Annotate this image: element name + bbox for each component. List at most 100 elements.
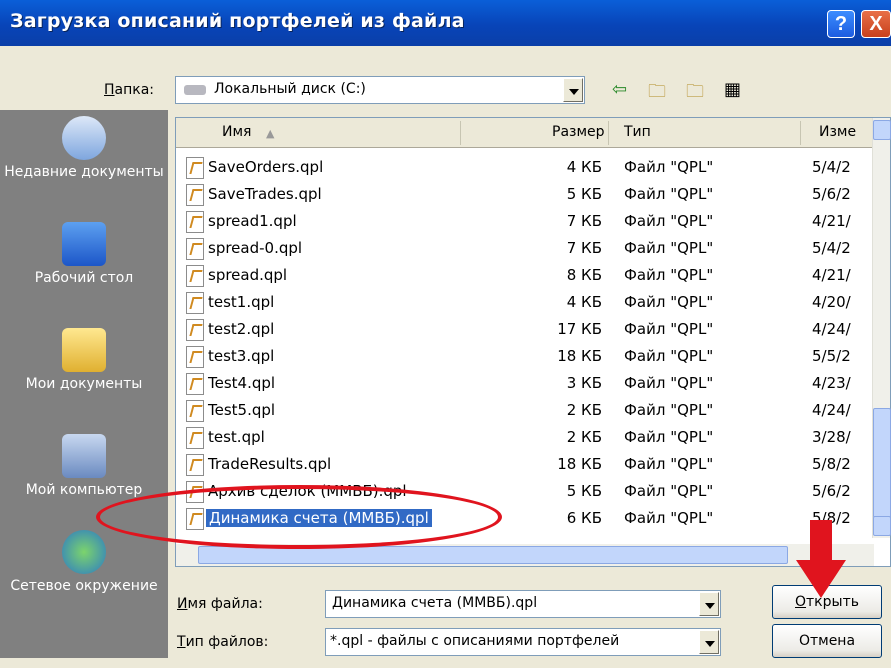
list-item[interactable]: test1.qpl 4 КБ Файл "QPL" 4/20/: [184, 289, 874, 316]
file-type: Файл "QPL": [624, 455, 714, 473]
file-size: 3 КБ: [566, 374, 602, 392]
scroll-down-button[interactable]: [873, 516, 891, 536]
qpl-file-icon: [186, 211, 204, 233]
file-size: 5 КБ: [566, 482, 602, 500]
file-type: Файл "QPL": [624, 320, 714, 338]
file-size: 7 КБ: [566, 212, 602, 230]
file-name: spread1.qpl: [208, 212, 297, 230]
place-mycomputer[interactable]: Мой компьютер: [0, 434, 168, 498]
list-item[interactable]: test.qpl 2 КБ Файл "QPL" 3/28/: [184, 424, 874, 451]
place-network[interactable]: Сетевое окружение: [0, 530, 168, 594]
file-date: 4/23/: [812, 374, 851, 392]
place-desktop[interactable]: Рабочий стол: [0, 222, 168, 286]
list-item[interactable]: test2.qpl 17 КБ Файл "QPL" 4/24/: [184, 316, 874, 343]
scroll-up-button[interactable]: [873, 120, 891, 140]
file-name: test2.qpl: [208, 320, 275, 338]
list-header: Имя ▲ Размер Тип Изме: [176, 118, 874, 148]
back-arrow-icon[interactable]: ⇦: [612, 79, 627, 100]
list-item[interactable]: TradeResults.qpl 18 КБ Файл "QPL" 5/8/2: [184, 451, 874, 478]
filetype-label: Тип файлов:: [177, 634, 269, 650]
up-folder-icon[interactable]: 🗀: [648, 79, 666, 109]
file-size: 4 КБ: [566, 293, 602, 311]
file-type: Файл "QPL": [624, 347, 714, 365]
file-type: Файл "QPL": [624, 185, 714, 203]
file-date: 4/24/: [812, 320, 851, 338]
file-name: SaveOrders.qpl: [208, 158, 324, 176]
scroll-thumb[interactable]: [873, 408, 891, 518]
place-recent[interactable]: Недавние документы: [0, 116, 168, 180]
file-date: 4/24/: [812, 401, 851, 419]
list-item[interactable]: SaveOrders.qpl 4 КБ Файл "QPL" 5/4/2: [184, 154, 874, 181]
file-name: test3.qpl: [208, 347, 275, 365]
file-size: 17 КБ: [557, 320, 602, 338]
file-size: 2 КБ: [566, 401, 602, 419]
place-mydocs[interactable]: Мои документы: [0, 328, 168, 392]
file-size: 4 КБ: [566, 158, 602, 176]
lookin-combo[interactable]: Локальный диск (C:): [175, 76, 585, 104]
qpl-file-icon: [186, 427, 204, 449]
file-date: 5/4/2: [812, 158, 851, 176]
qpl-file-icon: [186, 157, 204, 179]
file-name: spread.qpl: [208, 266, 288, 284]
file-type: Файл "QPL": [624, 401, 714, 419]
list-item[interactable]: Test4.qpl 3 КБ Файл "QPL" 4/23/: [184, 370, 874, 397]
sort-up-icon: ▲: [266, 127, 275, 140]
column-date[interactable]: Изме: [819, 124, 856, 140]
file-date: 4/21/: [812, 266, 851, 284]
file-date: 3/28/: [812, 428, 851, 446]
new-folder-icon[interactable]: 🗀: [686, 79, 704, 109]
list-item[interactable]: test3.qpl 18 КБ Файл "QPL" 5/5/2: [184, 343, 874, 370]
list-item[interactable]: SaveTrades.qpl 5 КБ Файл "QPL" 5/6/2: [184, 181, 874, 208]
title-bar[interactable]: Загрузка описаний портфелей из файла ? X: [0, 0, 891, 46]
file-type: Файл "QPL": [624, 158, 714, 176]
qpl-file-icon: [186, 184, 204, 206]
qpl-file-icon: [186, 373, 204, 395]
file-size: 18 КБ: [557, 347, 602, 365]
drive-icon: [184, 85, 206, 95]
chevron-down-icon[interactable]: [699, 592, 719, 616]
qpl-file-icon: [186, 292, 204, 314]
file-date: 5/5/2: [812, 347, 851, 365]
recent-docs-icon: [62, 116, 106, 160]
file-name: test1.qpl: [208, 293, 275, 311]
view-menu-icon[interactable]: ▦: [724, 79, 741, 100]
cancel-button[interactable]: Отмена: [772, 624, 882, 658]
window-title: Загрузка описаний портфелей из файла: [10, 10, 465, 32]
filename-input[interactable]: Динамика счета (ММВБ).qpl: [325, 590, 721, 618]
vertical-scrollbar[interactable]: [872, 118, 891, 538]
arrow-down-icon: [796, 520, 846, 598]
my-computer-icon: [62, 434, 106, 478]
file-name: test.qpl: [208, 428, 265, 446]
file-size: 5 КБ: [566, 185, 602, 203]
close-button[interactable]: X: [861, 10, 891, 38]
file-date: 5/4/2: [812, 239, 851, 257]
file-date: 5/6/2: [812, 482, 851, 500]
file-size: 8 КБ: [566, 266, 602, 284]
column-type[interactable]: Тип: [624, 124, 651, 140]
file-date: 5/6/2: [812, 185, 851, 203]
chevron-down-icon[interactable]: [699, 630, 719, 654]
column-size[interactable]: Размер: [552, 124, 605, 140]
file-size: 2 КБ: [566, 428, 602, 446]
my-documents-icon: [62, 328, 106, 372]
help-button[interactable]: ?: [827, 10, 855, 38]
list-item[interactable]: Test5.qpl 2 КБ Файл "QPL" 4/24/: [184, 397, 874, 424]
column-name[interactable]: Имя: [222, 124, 251, 140]
lookin-value: Локальный диск (C:): [214, 81, 366, 97]
file-date: 4/20/: [812, 293, 851, 311]
filetype-select[interactable]: *.qpl - файлы с описаниями портфелей: [325, 628, 721, 656]
chevron-down-icon[interactable]: [563, 78, 583, 102]
qpl-file-icon: [186, 346, 204, 368]
places-bar: Недавние документы Рабочий стол Мои доку…: [0, 110, 168, 658]
list-item[interactable]: spread.qpl 8 КБ Файл "QPL" 4/21/: [184, 262, 874, 289]
file-type: Файл "QPL": [624, 212, 714, 230]
file-type: Файл "QPL": [624, 428, 714, 446]
file-type: Файл "QPL": [624, 374, 714, 392]
file-name: SaveTrades.qpl: [208, 185, 322, 203]
file-type: Файл "QPL": [624, 482, 714, 500]
network-icon: [62, 530, 106, 574]
file-name: spread-0.qpl: [208, 239, 303, 257]
list-item[interactable]: spread-0.qpl 7 КБ Файл "QPL" 5/4/2: [184, 235, 874, 262]
list-item[interactable]: spread1.qpl 7 КБ Файл "QPL" 4/21/: [184, 208, 874, 235]
lookin-label: Папка:: [104, 82, 155, 98]
